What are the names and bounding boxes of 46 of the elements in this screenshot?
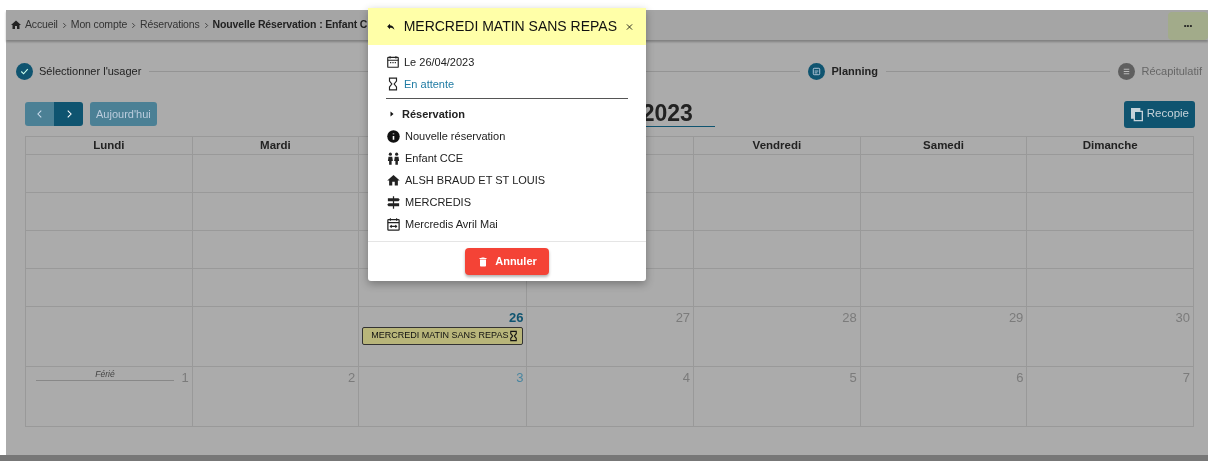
detail-text: Enfant CCE xyxy=(405,150,464,166)
house-icon xyxy=(386,172,401,188)
detail-text: Nouvelle réservation xyxy=(405,128,506,144)
detail-text: Mercredis Avril Mai xyxy=(405,216,498,232)
today-button[interactable]: Aujourd'hui xyxy=(90,102,157,126)
weekday-label: Mardi xyxy=(260,138,291,153)
detail-text: MERCREDIS xyxy=(405,194,471,210)
signpost-icon xyxy=(386,194,401,210)
event-chip[interactable]: MERCREDI MATIN SANS REPAS xyxy=(362,327,524,345)
chevron-icon xyxy=(130,21,138,29)
previous-button[interactable] xyxy=(25,102,54,126)
calendar-cell[interactable]: 3 xyxy=(359,367,528,427)
step-label: Sélectionner l'usager xyxy=(39,63,142,79)
calendar-icon xyxy=(386,55,400,69)
chevron-icon xyxy=(60,21,68,29)
date-text: Le 26/04/2023 xyxy=(404,54,475,70)
hourglass-icon xyxy=(386,77,400,91)
event-label: MERCREDI MATIN SANS REPAS xyxy=(371,329,509,342)
date-range-icon xyxy=(386,216,401,232)
weekday-label: Lundi xyxy=(93,138,125,153)
info-icon xyxy=(386,128,401,144)
breadcrumb-link[interactable]: Mon compte xyxy=(70,17,128,33)
children-icon xyxy=(386,150,401,166)
weekday-label: Samedi xyxy=(923,138,964,153)
step-label: Planning xyxy=(831,63,878,79)
detail-text: ALSH BRAUD ET ST LOUIS xyxy=(405,172,546,188)
breadcrumb-link[interactable]: Réservations xyxy=(140,17,200,33)
breadcrumb-link[interactable]: Accueil xyxy=(25,17,58,33)
home-icon xyxy=(10,19,22,31)
status-text: En attente xyxy=(404,76,455,92)
hourglass-icon xyxy=(508,329,520,342)
calendar-cell[interactable]: 26 MERCREDI MATIN SANS REPAS xyxy=(359,307,528,367)
day-number: 3 xyxy=(516,369,524,387)
copy-button[interactable]: Recopie xyxy=(1123,100,1195,128)
holiday-label: Férié xyxy=(36,369,174,381)
weekday-label: Dimanche xyxy=(1082,138,1138,153)
weekday-label: Vendredi xyxy=(752,138,802,153)
cancel-button[interactable]: Annuler xyxy=(465,248,549,275)
more-menu-button[interactable]: ••• xyxy=(1168,12,1208,40)
day-number: 26 xyxy=(509,309,524,327)
step-label: Récapitulatif xyxy=(1141,63,1202,79)
popup-title: MERCREDI MATIN SANS REPAS xyxy=(403,17,618,36)
section-toggle[interactable]: Réservation xyxy=(386,103,628,125)
chevron-icon xyxy=(202,21,210,29)
next-button[interactable] xyxy=(54,102,83,126)
copy-icon xyxy=(1128,105,1145,123)
